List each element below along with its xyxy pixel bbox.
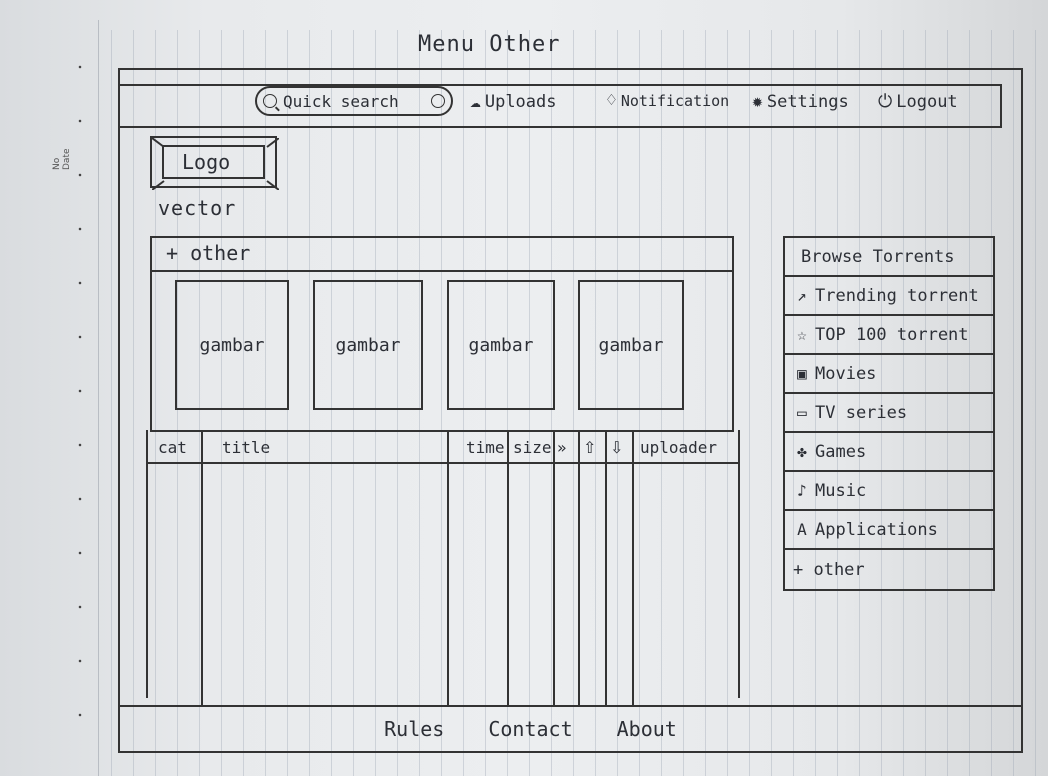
thumbnail-image[interactable]: gambar bbox=[313, 280, 423, 410]
share-arrows-icon[interactable]: » bbox=[557, 438, 567, 457]
trend-arrow-icon: ↗ bbox=[797, 286, 807, 305]
margin-label-no: No bbox=[52, 157, 62, 170]
sidebar-title: Browse Torrents bbox=[785, 238, 993, 277]
bell-icon: ♢ bbox=[606, 90, 617, 111]
nav-uploads-link[interactable]: ☁ Uploads bbox=[470, 92, 557, 112]
paper-margin-line bbox=[98, 20, 99, 776]
arrow-down-icon[interactable]: ⇩ bbox=[610, 438, 623, 457]
gear-icon: ✹ bbox=[752, 91, 763, 112]
nav-notification-label: Notification bbox=[620, 92, 730, 110]
margin-labels: No Date bbox=[52, 148, 72, 170]
sidebar-item-music[interactable]: ♪ Music bbox=[785, 472, 993, 511]
logo-label: Logo bbox=[182, 150, 231, 174]
table-column-divider bbox=[632, 430, 634, 706]
table-column-divider bbox=[553, 430, 555, 706]
sidebar-item-label: Movies bbox=[815, 363, 877, 384]
sidebar-item-label: TOP 100 torrent bbox=[815, 324, 969, 345]
nav-uploads-label: Uploads bbox=[484, 92, 557, 112]
sidebar-item-movies[interactable]: ▣ Movies bbox=[785, 355, 993, 394]
column-header-cat[interactable]: cat bbox=[158, 438, 187, 457]
table-header-divider bbox=[146, 462, 740, 464]
nav-logout-label: Logout bbox=[896, 92, 958, 112]
column-header-time[interactable]: time bbox=[466, 438, 505, 457]
film-icon: ▣ bbox=[797, 364, 807, 383]
margin-label-date: Date bbox=[62, 148, 72, 170]
nav-logout-link[interactable]: ⏻ Logout bbox=[878, 92, 958, 112]
footer-link-about[interactable]: About bbox=[617, 717, 677, 741]
binder-holes bbox=[78, 40, 82, 760]
footer-link-contact[interactable]: Contact bbox=[488, 717, 572, 741]
table-column-divider bbox=[605, 430, 607, 706]
footer-link-rules[interactable]: Rules bbox=[384, 717, 444, 741]
music-note-icon: ♪ bbox=[797, 481, 807, 500]
logo-caption: vector bbox=[158, 196, 237, 220]
quick-search-input[interactable]: Quick search bbox=[255, 86, 453, 116]
sidebar-item-tv-series[interactable]: ▭ TV series bbox=[785, 394, 993, 433]
sidebar-item-top100[interactable]: ☆ TOP 100 torrent bbox=[785, 316, 993, 355]
sidebar-item-games[interactable]: ✤ Games bbox=[785, 433, 993, 472]
quick-search-placeholder: Quick search bbox=[283, 91, 399, 111]
browse-sidebar: Browse Torrents ↗ Trending torrent ☆ TOP… bbox=[783, 236, 995, 591]
tv-icon: ▭ bbox=[797, 403, 807, 422]
sidebar-item-label: TV series bbox=[815, 402, 908, 423]
thumbnail-image[interactable]: gambar bbox=[578, 280, 684, 410]
table-column-divider bbox=[447, 430, 449, 706]
search-icon bbox=[263, 94, 277, 108]
sidebar-item-applications[interactable]: A Applications bbox=[785, 511, 993, 550]
thumbnail-image[interactable]: gambar bbox=[447, 280, 555, 410]
footer: Rules Contact About bbox=[118, 707, 1023, 751]
star-icon: ☆ bbox=[797, 325, 807, 344]
power-icon: ⏻ bbox=[878, 91, 893, 112]
top-navbar bbox=[118, 84, 1002, 128]
sheet-title: Menu Other bbox=[418, 32, 561, 57]
sidebar-item-label: Trending torrent bbox=[815, 285, 979, 306]
sidebar-item-label: Games bbox=[815, 441, 867, 462]
table-column-divider bbox=[201, 430, 203, 706]
featured-panel-title[interactable]: + other bbox=[152, 238, 732, 272]
column-header-title[interactable]: title bbox=[222, 438, 270, 457]
app-letter-icon: A bbox=[797, 520, 807, 539]
sidebar-item-other[interactable]: + other bbox=[785, 550, 993, 589]
nav-settings-link[interactable]: ✹ Settings bbox=[752, 92, 849, 112]
upload-cloud-icon: ☁ bbox=[470, 91, 481, 112]
column-header-uploader[interactable]: uploader bbox=[640, 438, 717, 457]
arrow-up-icon[interactable]: ⇧ bbox=[583, 438, 596, 457]
go-circle-icon[interactable] bbox=[431, 94, 445, 108]
column-header-size[interactable]: size bbox=[513, 438, 552, 457]
sidebar-item-label: + other bbox=[793, 559, 865, 580]
torrent-table bbox=[146, 430, 740, 698]
gamepad-icon: ✤ bbox=[797, 442, 807, 461]
table-column-divider bbox=[507, 430, 509, 706]
thumbnail-image[interactable]: gambar bbox=[175, 280, 289, 410]
nav-notification-link[interactable]: ♢ Notification bbox=[606, 90, 730, 111]
nav-settings-label: Settings bbox=[766, 92, 849, 112]
logo[interactable]: Logo bbox=[150, 136, 279, 190]
sidebar-item-label: Music bbox=[815, 480, 867, 501]
sidebar-item-trending[interactable]: ↗ Trending torrent bbox=[785, 277, 993, 316]
table-column-divider bbox=[578, 430, 580, 706]
sidebar-item-label: Applications bbox=[815, 519, 938, 540]
